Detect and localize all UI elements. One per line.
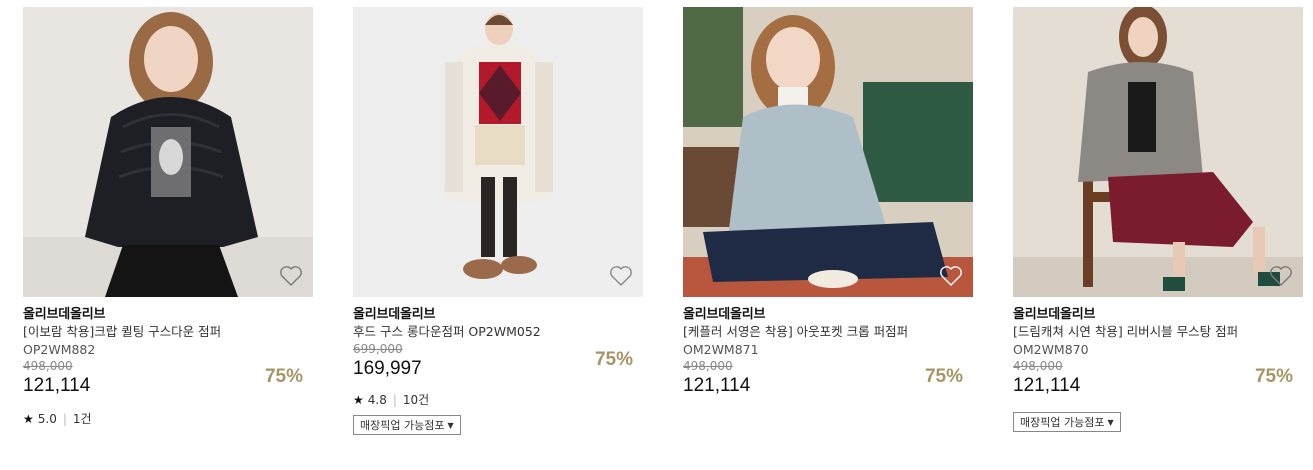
product-card[interactable]: 올리브데올리브 후드 구스 롱다운점퍼 OP2WM052 699,000 169… — [353, 7, 643, 435]
product-brand[interactable]: 올리브데올리브 — [683, 306, 973, 323]
product-code: OM2WM871 — [683, 342, 759, 357]
product-code: OP2WM882 — [23, 342, 96, 357]
store-pickup-label: 매장픽업 가능점포 — [360, 419, 445, 432]
product-photo-long-down-parka[interactable] — [353, 7, 643, 297]
review-count[interactable]: 1건 — [73, 410, 92, 427]
product-card[interactable]: 올리브데올리브 [이보람 착용]크랍 퀼팅 구스다운 점퍼 OP2WM882 4… — [23, 7, 313, 427]
rating-summary: ★ 4.8 | 10건 — [353, 391, 643, 408]
product-code: OM2WM870 — [1013, 342, 1089, 357]
rating-score: 5.0 — [37, 411, 57, 426]
product-card[interactable]: 올리브데올리브 [케플러 서영은 착용] 아웃포켓 크롭 퍼점퍼 OM2WM87… — [683, 7, 973, 400]
store-pickup-label: 매장픽업 가능점포 — [1020, 416, 1105, 429]
discount-rate: 75% — [264, 366, 303, 387]
product-card[interactable]: 올리브데올리브 [드림캐쳐 시연 착용] 리버시블 무스탕 점퍼 OM2WM87… — [1013, 7, 1303, 432]
price-row: 699,000 169,997 75% — [353, 341, 643, 383]
rating-score: 4.8 — [367, 392, 387, 407]
discount-rate: 75% — [1254, 366, 1293, 387]
star-icon: ★ — [353, 392, 364, 407]
store-pickup-button[interactable]: 매장픽업 가능점포 ▼ — [1013, 412, 1121, 432]
product-photo-quilted-jacket[interactable] — [23, 7, 313, 297]
product-grid: 올리브데올리브 [이보람 착용]크랍 퀼팅 구스다운 점퍼 OP2WM882 4… — [0, 0, 1313, 470]
product-name[interactable]: [드림캐쳐 시연 착용] 리버시블 무스탕 점퍼 — [1013, 323, 1303, 341]
product-photo-reversible-mustang[interactable] — [1013, 7, 1303, 297]
product-image[interactable] — [683, 7, 973, 297]
product-photo-fur-jacket[interactable] — [683, 7, 973, 297]
triangle-down-icon: ▼ — [447, 420, 454, 430]
rating-divider: | — [62, 411, 67, 426]
product-image[interactable] — [23, 7, 313, 297]
review-count[interactable]: 10건 — [403, 391, 429, 408]
product-image[interactable] — [1013, 7, 1303, 297]
wishlist-heart-icon[interactable] — [609, 265, 633, 287]
price-row: 498,000 121,114 75% — [683, 358, 973, 400]
discount-rate: 75% — [594, 349, 633, 370]
wishlist-heart-icon[interactable] — [279, 265, 303, 287]
price-row: 498,000 121,114 75% — [1013, 358, 1303, 400]
rating-divider: | — [392, 392, 397, 407]
store-pickup-button[interactable]: 매장픽업 가능점포 ▼ — [353, 415, 461, 435]
product-brand[interactable]: 올리브데올리브 — [23, 306, 313, 323]
product-name[interactable]: [케플러 서영은 착용] 아웃포켓 크롭 퍼점퍼 — [683, 323, 973, 341]
product-name[interactable]: [이보람 착용]크랍 퀼팅 구스다운 점퍼 — [23, 323, 313, 341]
discount-rate: 75% — [924, 366, 963, 387]
product-brand[interactable]: 올리브데올리브 — [1013, 306, 1303, 323]
star-icon: ★ — [23, 411, 34, 426]
product-name[interactable]: 후드 구스 롱다운점퍼 OP2WM052 — [353, 323, 643, 341]
rating-summary: ★ 5.0 | 1건 — [23, 410, 313, 427]
price-row: 498,000 121,114 75% — [23, 358, 313, 400]
wishlist-heart-icon[interactable] — [939, 265, 963, 287]
wishlist-heart-icon[interactable] — [1269, 265, 1293, 287]
triangle-down-icon: ▼ — [1107, 417, 1114, 427]
product-brand[interactable]: 올리브데올리브 — [353, 306, 643, 323]
product-image[interactable] — [353, 7, 643, 297]
